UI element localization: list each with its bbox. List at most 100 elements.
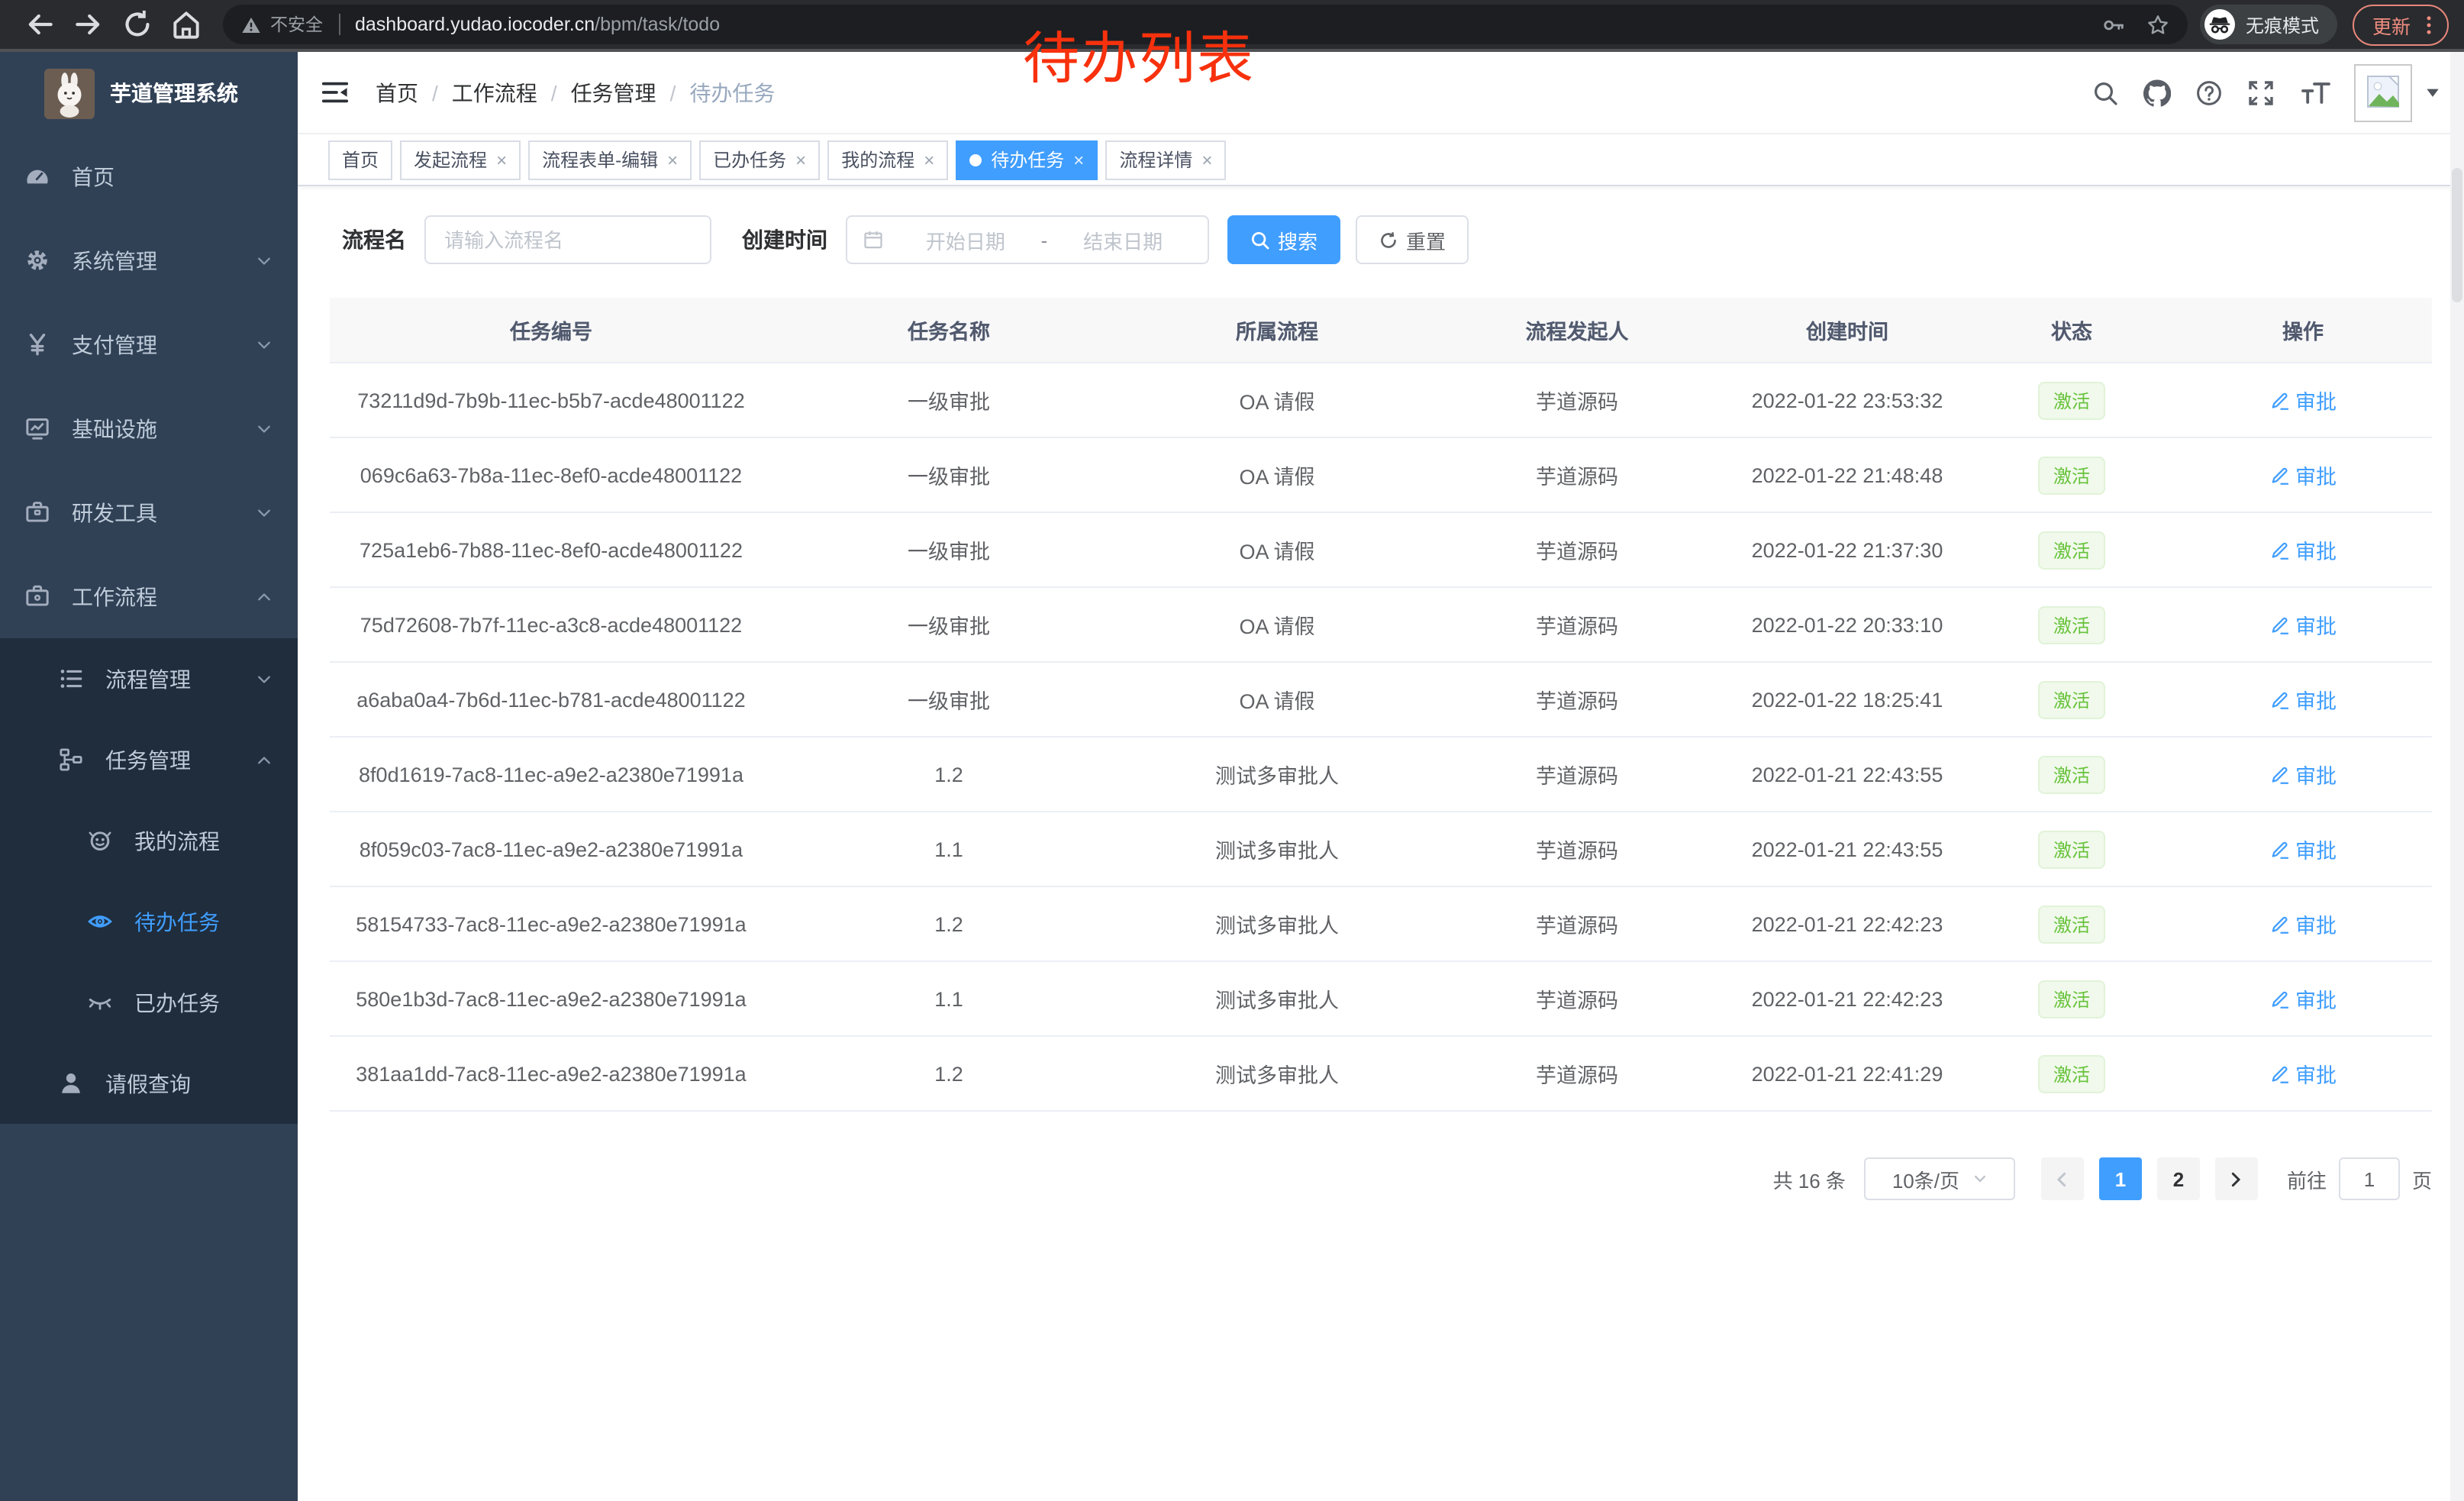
sidebar-item-2[interactable]: 支付管理 <box>0 302 298 386</box>
chevron-down-icon <box>255 419 273 437</box>
start-date-placeholder[interactable]: 开始日期 <box>896 225 1035 254</box>
approve-link[interactable]: 审批 <box>2269 385 2337 415</box>
sidebar-item-3[interactable]: 基础设施 <box>0 386 298 470</box>
tag-0[interactable]: 首页 <box>328 140 392 179</box>
process-starter: 芋道源码 <box>1429 534 1725 565</box>
chevron-left-icon <box>2054 1170 2071 1187</box>
sidebar-item-5[interactable]: 工作流程 <box>0 554 298 638</box>
create-time: 2022-01-22 18:25:41 <box>1725 688 1969 711</box>
approve-link[interactable]: 审批 <box>2269 834 2337 864</box>
approve-link[interactable]: 审批 <box>2269 909 2337 939</box>
fullscreen-icon[interactable] <box>2247 79 2275 106</box>
sidebar-item-7[interactable]: 任务管理 <box>0 719 298 800</box>
task-name: 1.1 <box>772 987 1125 1010</box>
approve-label: 审批 <box>2295 534 2337 565</box>
sidebar-item-9[interactable]: 待办任务 <box>0 881 298 962</box>
end-date-placeholder[interactable]: 结束日期 <box>1053 225 1192 254</box>
goto-label: 前往 <box>2287 1164 2327 1193</box>
process-name: 测试多审批人 <box>1125 759 1429 789</box>
tag-label: 我的流程 <box>841 147 914 173</box>
close-icon[interactable]: × <box>1201 150 1212 169</box>
approve-link[interactable]: 审批 <box>2269 983 2337 1014</box>
approve-link[interactable]: 审批 <box>2269 534 2337 565</box>
tag-3[interactable]: 已办任务× <box>699 140 820 179</box>
approve-label: 审批 <box>2295 460 2337 490</box>
search-icon[interactable] <box>2091 79 2119 106</box>
approve-link[interactable]: 审批 <box>2269 609 2337 640</box>
scrollbar-thumb[interactable] <box>2452 168 2462 302</box>
breadcrumb-home[interactable]: 首页 <box>376 77 418 108</box>
search-icon <box>1250 230 1270 250</box>
status-badge: 激活 <box>2038 980 2105 1018</box>
font-size-icon[interactable] <box>2299 79 2333 106</box>
reset-button[interactable]: 重置 <box>1356 215 1469 264</box>
workflow-icon <box>24 583 50 609</box>
sidebar-item-1[interactable]: 系统管理 <box>0 218 298 302</box>
sidebar-item-4[interactable]: 研发工具 <box>0 470 298 554</box>
goto-page-input[interactable] <box>2339 1157 2400 1200</box>
close-icon[interactable]: × <box>1073 150 1084 169</box>
sidebar-item-8[interactable]: 我的流程 <box>0 800 298 881</box>
caret-down-icon[interactable] <box>2424 84 2441 101</box>
close-icon[interactable]: × <box>496 150 507 169</box>
tag-2[interactable]: 流程表单-编辑 × <box>528 140 692 179</box>
key-icon[interactable] <box>2102 13 2125 36</box>
tag-5[interactable]: 待办任务× <box>956 140 1098 179</box>
process-name: 测试多审批人 <box>1125 1058 1429 1089</box>
prev-page-button[interactable] <box>2041 1157 2084 1200</box>
avatar[interactable] <box>2354 63 2412 121</box>
close-icon[interactable]: × <box>924 150 934 169</box>
help-icon[interactable] <box>2195 79 2223 106</box>
tag-1[interactable]: 发起流程× <box>400 140 521 179</box>
kebab-menu-icon[interactable] <box>2421 13 2437 36</box>
approve-link[interactable]: 审批 <box>2269 460 2337 490</box>
back-icon[interactable] <box>23 8 56 41</box>
update-label: 更新 <box>2372 10 2411 39</box>
tag-label: 流程表单-编辑 <box>542 147 658 173</box>
breadcrumb-workflow[interactable]: 工作流程 <box>452 77 537 108</box>
scrollbar[interactable] <box>2450 52 2464 1501</box>
security-label[interactable]: 不安全 <box>270 12 323 37</box>
forward-icon[interactable] <box>72 8 105 41</box>
search-button[interactable]: 搜索 <box>1227 215 1340 264</box>
home-icon[interactable] <box>169 8 203 41</box>
task-id: 8f0d1619-7ac8-11ec-a9e2-a2380e71991a <box>330 763 772 786</box>
logo[interactable]: 芋道管理系统 <box>0 52 298 134</box>
process-name-input[interactable] <box>424 215 711 264</box>
sidebar-item-6[interactable]: 流程管理 <box>0 638 298 719</box>
sidebar-item-label: 请假查询 <box>105 1068 191 1099</box>
update-button[interactable]: 更新 <box>2353 4 2449 45</box>
approve-link[interactable]: 审批 <box>2269 759 2337 789</box>
approve-label: 审批 <box>2295 909 2337 939</box>
close-icon[interactable]: × <box>795 150 806 169</box>
sidebar-item-10[interactable]: 已办任务 <box>0 962 298 1043</box>
sidebar-item-label: 研发工具 <box>72 497 157 528</box>
approve-link[interactable]: 审批 <box>2269 684 2337 715</box>
sidebar-item-0[interactable]: 首页 <box>0 134 298 218</box>
page-size-select[interactable]: 10条/页 <box>1864 1157 2015 1200</box>
tag-6[interactable]: 流程详情× <box>1105 140 1226 179</box>
address-bar[interactable]: 不安全 dashboard.yudao.iocoder.cn/bpm/task/… <box>223 5 2188 44</box>
incognito-label: 无痕模式 <box>2246 11 2319 37</box>
tag-4[interactable]: 我的流程 × <box>827 140 948 179</box>
close-icon[interactable]: × <box>667 150 678 169</box>
process-name: 测试多审批人 <box>1125 909 1429 939</box>
reload-icon[interactable] <box>121 8 154 41</box>
github-icon[interactable] <box>2143 79 2171 106</box>
page-button-1[interactable]: 1 <box>2099 1157 2142 1200</box>
sidebar-item-11[interactable]: 请假查询 <box>0 1043 298 1124</box>
status-badge: 激活 <box>2038 905 2105 943</box>
calendar-icon <box>863 229 884 250</box>
sidebar-item-label: 我的流程 <box>134 825 220 856</box>
approve-link[interactable]: 审批 <box>2269 1058 2337 1089</box>
url-path: /bpm/task/todo <box>595 14 720 35</box>
filter-form: 流程名 创建时间 开始日期 - 结束日期 <box>342 215 2432 264</box>
hamburger-icon[interactable] <box>321 78 350 107</box>
page-button-2[interactable]: 2 <box>2157 1157 2200 1200</box>
create-time-range[interactable]: 开始日期 - 结束日期 <box>846 215 1209 264</box>
star-icon[interactable] <box>2146 13 2169 36</box>
next-page-button[interactable] <box>2215 1157 2258 1200</box>
sidebar-item-label: 基础设施 <box>72 413 157 444</box>
task-name: 1.1 <box>772 838 1125 860</box>
breadcrumb-task-mgmt[interactable]: 任务管理 <box>571 77 656 108</box>
